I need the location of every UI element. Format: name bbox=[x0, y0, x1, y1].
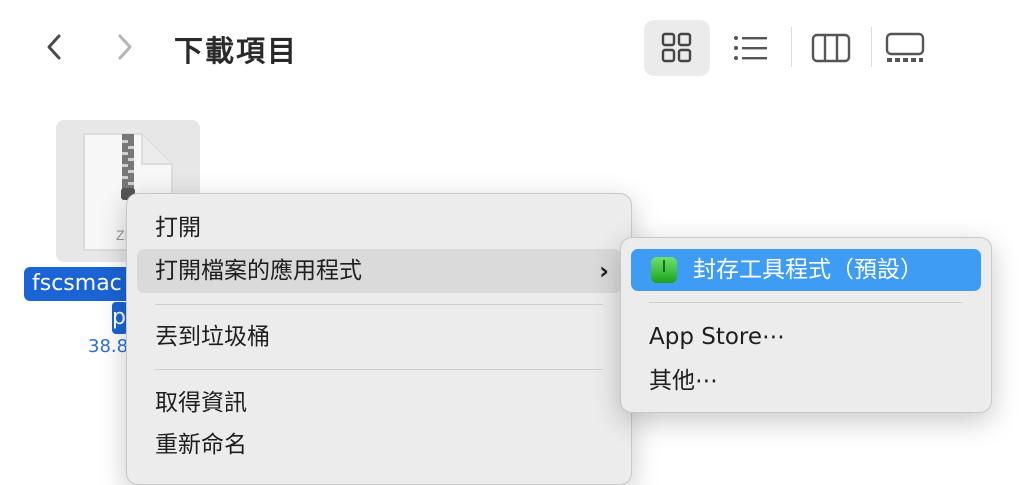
column-view-button[interactable] bbox=[798, 20, 864, 76]
menu-item-label: 打開檔案的應用程式 bbox=[155, 258, 362, 284]
archive-utility-icon bbox=[651, 257, 677, 283]
menu-item-move-to-trash[interactable]: 丟到垃圾桶 bbox=[137, 315, 621, 359]
gallery-view-button[interactable] bbox=[872, 20, 938, 76]
list-icon bbox=[734, 36, 767, 60]
menu-item-label: 打開 bbox=[155, 215, 201, 241]
submenu-item-archive-utility[interactable]: 封存工具程式（預設） bbox=[631, 249, 981, 291]
submenu-item-label: App Store⋯ bbox=[649, 324, 786, 350]
chevron-right-icon: › bbox=[599, 257, 609, 285]
menu-separator bbox=[155, 369, 603, 370]
chevron-right-icon bbox=[118, 34, 132, 60]
menu-item-get-info[interactable]: 取得資訊 bbox=[137, 381, 621, 425]
forward-button[interactable] bbox=[108, 30, 142, 64]
menu-separator bbox=[155, 304, 603, 305]
menu-item-rename[interactable]: 重新命名 bbox=[137, 423, 621, 467]
list-view-button[interactable] bbox=[718, 20, 784, 76]
window-title: 下載項目 bbox=[174, 34, 299, 68]
gallery-icon bbox=[885, 32, 925, 62]
back-button[interactable] bbox=[38, 30, 72, 64]
finder-toolbar: 下載項目 bbox=[0, 0, 1032, 95]
file-size-label: 38.8 bbox=[88, 336, 126, 357]
submenu-item-label: 其他⋯ bbox=[649, 368, 718, 394]
menu-item-label: 丟到垃圾桶 bbox=[155, 324, 270, 350]
menu-item-label: 取得資訊 bbox=[155, 390, 247, 416]
open-with-submenu: 封存工具程式（預設） App Store⋯ 其他⋯ bbox=[620, 237, 992, 413]
grid-icon bbox=[661, 32, 692, 63]
menu-item-open-with[interactable]: 打開檔案的應用程式 › bbox=[137, 249, 621, 293]
submenu-item-label: 封存工具程式（預設） bbox=[693, 257, 923, 283]
columns-icon bbox=[811, 33, 851, 63]
context-menu: 打開 打開檔案的應用程式 › 丟到垃圾桶 取得資訊 重新命名 bbox=[126, 193, 632, 485]
menu-separator bbox=[649, 302, 963, 303]
submenu-item-other[interactable]: 其他⋯ bbox=[631, 360, 981, 402]
icon-view-button[interactable] bbox=[644, 20, 710, 76]
toolbar-separator bbox=[791, 27, 792, 67]
chevron-left-icon bbox=[47, 34, 61, 60]
menu-item-open[interactable]: 打開 bbox=[137, 206, 621, 250]
file-name-label[interactable]: fscsmac bbox=[24, 267, 142, 301]
submenu-item-app-store[interactable]: App Store⋯ bbox=[631, 316, 981, 358]
menu-item-label: 重新命名 bbox=[155, 432, 247, 458]
